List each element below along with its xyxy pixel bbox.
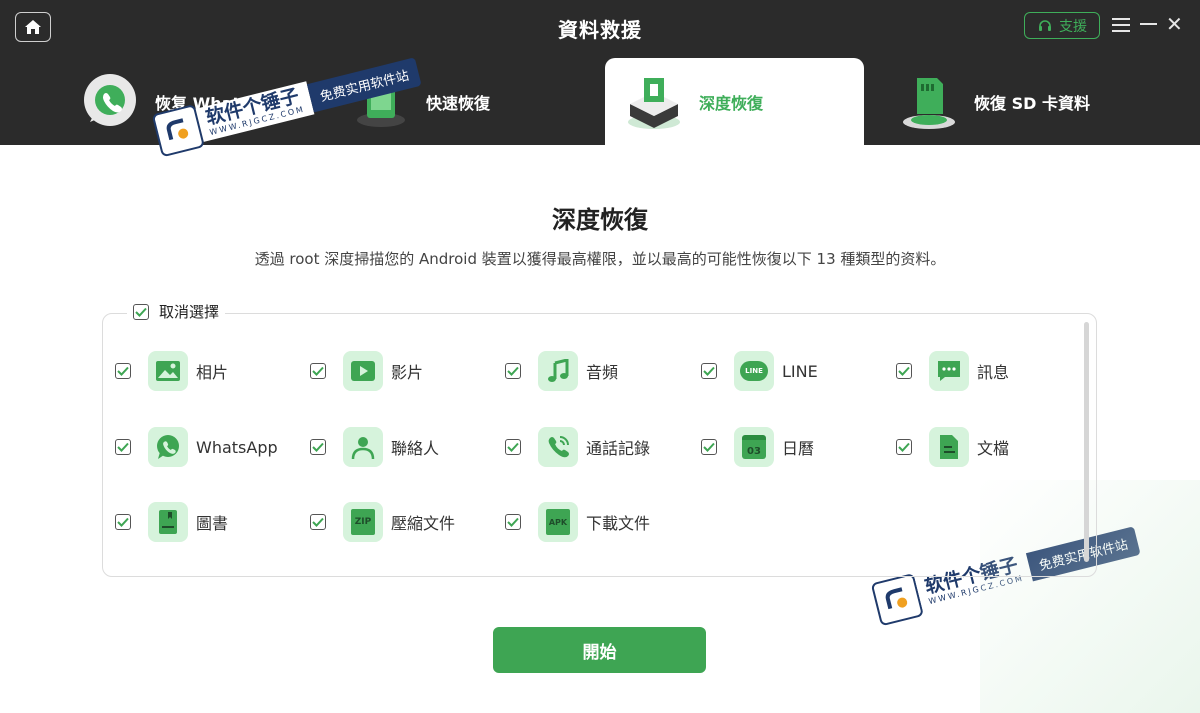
minimize-icon[interactable] xyxy=(1140,23,1157,25)
item-label: 日曆 xyxy=(782,439,815,458)
music-icon xyxy=(538,351,578,391)
checkbox[interactable] xyxy=(115,439,131,455)
item-label: 影片 xyxy=(391,363,424,382)
type-item-contacts[interactable]: 聯絡人 xyxy=(310,427,439,467)
check-icon xyxy=(898,442,910,452)
scrollbar[interactable] xyxy=(1084,322,1089,562)
checkbox[interactable] xyxy=(505,363,521,379)
call-log-icon xyxy=(538,427,578,467)
check-icon xyxy=(507,442,519,452)
type-item-whatsapp[interactable]: WhatsApp xyxy=(115,427,278,467)
type-item-messages[interactable]: 訊息 xyxy=(896,351,1009,391)
checkbox[interactable] xyxy=(701,363,717,379)
photo-icon xyxy=(148,351,188,391)
deselect-label: 取消選擇 xyxy=(159,303,220,321)
check-icon xyxy=(312,517,324,527)
item-label: 壓縮文件 xyxy=(391,514,456,533)
calendar-icon: 03 xyxy=(734,427,774,467)
support-button[interactable]: 支援 xyxy=(1024,12,1100,39)
deselect-all-checkbox[interactable]: 取消選擇 xyxy=(127,301,226,322)
type-item-videos[interactable]: 影片 xyxy=(310,351,423,391)
check-icon xyxy=(507,366,519,376)
whatsapp-bubble-icon xyxy=(75,67,145,137)
checkbox[interactable] xyxy=(133,303,149,320)
line-icon: LINE xyxy=(734,351,774,391)
checkbox[interactable] xyxy=(505,439,521,455)
item-label: 音頻 xyxy=(586,363,619,382)
video-icon xyxy=(343,351,383,391)
check-icon xyxy=(117,366,129,376)
whatsapp-icon xyxy=(148,427,188,467)
sd-card-icon xyxy=(894,67,964,137)
check-icon xyxy=(312,366,324,376)
type-item-line[interactable]: LINE LINE xyxy=(701,351,818,391)
tab-sd-card-recovery[interactable]: 恢復 SD 卡資料 xyxy=(894,58,1090,145)
check-icon xyxy=(117,517,129,527)
check-icon xyxy=(312,442,324,452)
tab-sd-card-label: 恢復 SD 卡資料 xyxy=(974,93,1090,113)
checkbox[interactable] xyxy=(896,439,912,455)
tab-quick-recovery-label: 快速恢復 xyxy=(426,93,491,113)
checkbox[interactable] xyxy=(505,514,521,530)
message-icon xyxy=(929,351,969,391)
checkbox[interactable] xyxy=(701,439,717,455)
type-item-calendar[interactable]: 03 日曆 xyxy=(701,427,814,467)
contact-icon xyxy=(343,427,383,467)
checkbox[interactable] xyxy=(310,514,326,530)
item-label: 下載文件 xyxy=(586,514,651,533)
check-icon xyxy=(703,366,715,376)
type-item-archives[interactable]: ZIP 壓縮文件 xyxy=(310,502,455,542)
type-item-books[interactable]: 圖書 xyxy=(115,502,228,542)
type-item-call-logs[interactable]: 通話記錄 xyxy=(505,427,650,467)
checkbox[interactable] xyxy=(115,514,131,530)
check-icon xyxy=(135,307,147,317)
app-title: 資料救援 xyxy=(558,18,642,42)
document-icon xyxy=(929,427,969,467)
item-label: 文檔 xyxy=(977,439,1010,458)
check-icon xyxy=(117,442,129,452)
menu-icon[interactable] xyxy=(1112,18,1130,32)
item-label: WhatsApp xyxy=(196,437,278,457)
checkbox[interactable] xyxy=(310,439,326,455)
item-label: 圖書 xyxy=(196,514,229,533)
page-subtitle: 透過 root 深度掃描您的 Android 裝置以獲得最高權限，並以最高的可能… xyxy=(254,250,946,268)
checkbox[interactable] xyxy=(115,363,131,379)
close-icon[interactable]: ✕ xyxy=(1166,14,1183,34)
item-label: 訊息 xyxy=(977,363,1010,382)
start-button[interactable]: 開始 xyxy=(493,627,706,673)
item-label: 相片 xyxy=(196,363,229,382)
book-icon xyxy=(148,502,188,542)
page-title: 深度恢復 xyxy=(552,206,648,234)
apk-icon: APK xyxy=(538,502,578,542)
zip-icon: ZIP xyxy=(343,502,383,542)
deep-recovery-icon xyxy=(619,67,689,137)
support-label: 支援 xyxy=(1059,18,1087,35)
type-item-documents[interactable]: 文檔 xyxy=(896,427,1009,467)
check-icon xyxy=(898,366,910,376)
check-icon xyxy=(507,517,519,527)
type-item-audio[interactable]: 音頻 xyxy=(505,351,618,391)
item-label: LINE xyxy=(782,361,818,381)
type-item-downloads[interactable]: APK 下載文件 xyxy=(505,502,650,542)
item-label: 通話記錄 xyxy=(586,439,651,458)
tab-deep-recovery[interactable]: 深度恢復 xyxy=(605,58,864,145)
checkbox[interactable] xyxy=(310,363,326,379)
headset-icon xyxy=(1039,19,1051,31)
check-icon xyxy=(703,442,715,452)
type-item-photos[interactable]: 相片 xyxy=(115,351,228,391)
item-label: 聯絡人 xyxy=(391,439,440,458)
tab-deep-recovery-label: 深度恢復 xyxy=(699,93,764,113)
checkbox[interactable] xyxy=(896,363,912,379)
